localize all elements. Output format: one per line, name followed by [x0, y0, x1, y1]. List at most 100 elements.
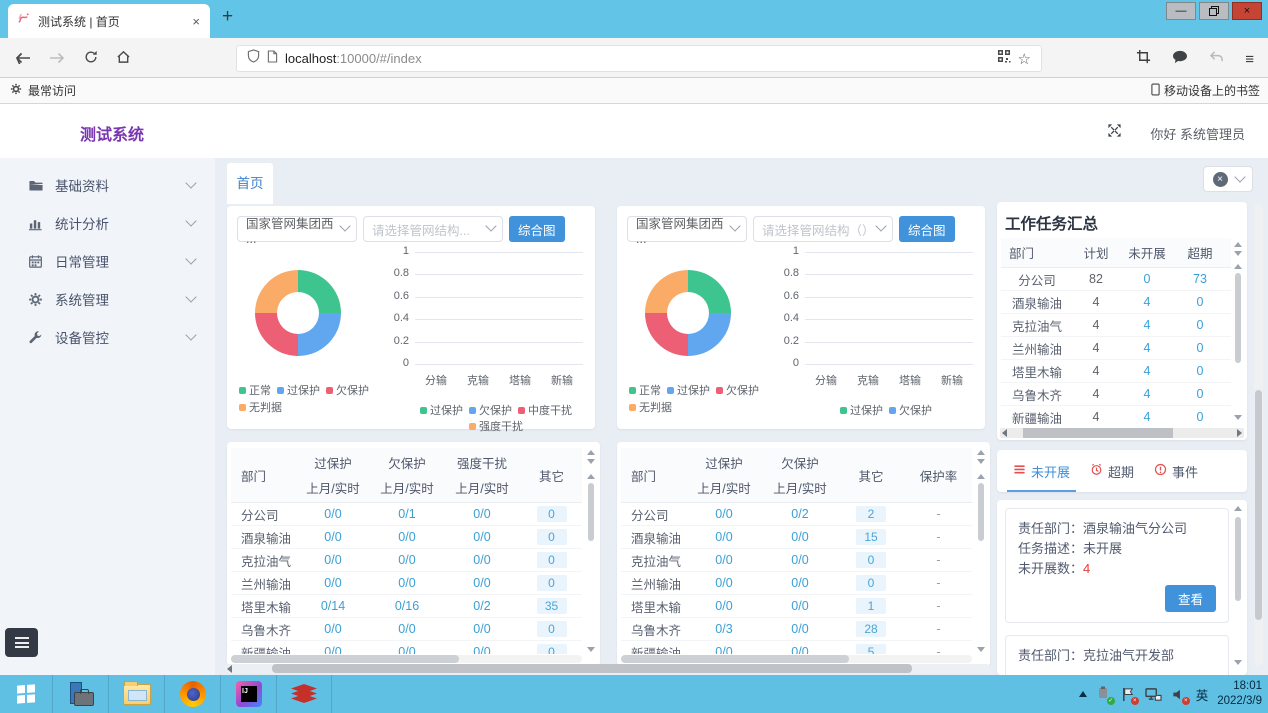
- task-tab-1[interactable]: 未开展: [1003, 450, 1080, 492]
- flag-alert-icon[interactable]: ×: [1121, 687, 1136, 702]
- browser-tab[interactable]: 测试系统 | 首页 ×: [8, 4, 210, 38]
- forward-icon[interactable]: [49, 51, 65, 69]
- sidebar-item-5[interactable]: 设备管控: [0, 318, 215, 356]
- table-cell[interactable]: 35: [521, 595, 582, 618]
- legend-item[interactable]: 中度干扰: [518, 402, 572, 418]
- table-cell[interactable]: 0/0: [443, 618, 521, 641]
- table-cell[interactable]: 0/0: [685, 549, 763, 572]
- most-visited-bookmark[interactable]: 最常访问: [10, 82, 76, 99]
- table-cell[interactable]: 4: [1119, 360, 1175, 383]
- table-cell[interactable]: 0/0: [443, 572, 521, 595]
- taskbar-firefox[interactable]: [164, 675, 220, 713]
- fullscreen-icon[interactable]: [1107, 123, 1122, 143]
- table-cell[interactable]: 0/0: [371, 526, 443, 549]
- table-cell[interactable]: 0: [1119, 268, 1175, 291]
- view-button[interactable]: 查看: [1165, 585, 1216, 612]
- table-cell[interactable]: 0: [837, 572, 905, 595]
- table-cell[interactable]: 0: [521, 572, 582, 595]
- scrollbar-vertical[interactable]: [1232, 242, 1244, 420]
- table-cell[interactable]: 0: [1175, 291, 1225, 314]
- chat-bubble-icon[interactable]: [1172, 50, 1188, 69]
- table-cell[interactable]: 0: [1175, 337, 1225, 360]
- table-cell[interactable]: 1: [837, 595, 905, 618]
- taskbar-intellij[interactable]: IJ: [220, 675, 276, 713]
- taskbar-clock[interactable]: 18:01 2022/3/9: [1217, 679, 1262, 709]
- table-cell[interactable]: 0/2: [763, 503, 837, 526]
- table-cell[interactable]: 0/0: [685, 595, 763, 618]
- qr-code-icon[interactable]: [997, 49, 1011, 68]
- scrollbar-horizontal-main[interactable]: [225, 664, 990, 673]
- legend-item[interactable]: 欠保护: [326, 382, 369, 398]
- org-select[interactable]: 国家管网集团西 ...: [237, 216, 357, 242]
- table-cell[interactable]: 0/0: [763, 641, 837, 655]
- table-cell[interactable]: 73: [1175, 268, 1225, 291]
- usb-device-icon[interactable]: ✓: [1096, 686, 1112, 702]
- scrollbar-horizontal[interactable]: [1000, 428, 1244, 438]
- legend-item[interactable]: 正常: [239, 382, 271, 398]
- table-cell[interactable]: 0/1: [371, 503, 443, 526]
- network-icon[interactable]: [1145, 687, 1162, 702]
- legend-item[interactable]: 无判据: [239, 399, 282, 415]
- table-cell[interactable]: 0: [837, 549, 905, 572]
- table-cell[interactable]: 0: [1225, 268, 1231, 291]
- address-bar[interactable]: localhost:10000/#/index ☆: [236, 45, 1042, 72]
- table-cell[interactable]: 4: [1119, 291, 1175, 314]
- new-tab-button[interactable]: +: [222, 6, 233, 28]
- table-cell[interactable]: 0: [1175, 360, 1225, 383]
- legend-item[interactable]: 过保护: [420, 402, 463, 418]
- scrollbar-horizontal[interactable]: [231, 655, 582, 663]
- composite-chart-button[interactable]: 综合图: [899, 216, 955, 242]
- close-button[interactable]: ×: [1232, 2, 1262, 20]
- table-cell[interactable]: 0/0: [763, 618, 837, 641]
- volume-muted-icon[interactable]: ×: [1171, 687, 1187, 702]
- scrollbar-horizontal[interactable]: [621, 655, 972, 663]
- scrollbar-vertical[interactable]: [1232, 506, 1244, 665]
- table-cell[interactable]: 0/0: [685, 572, 763, 595]
- table-cell[interactable]: 0/0: [443, 641, 521, 655]
- legend-item[interactable]: 欠保护: [889, 402, 932, 418]
- table-cell[interactable]: 0/0: [763, 549, 837, 572]
- org-select[interactable]: 国家管网集团西 ...: [627, 216, 747, 242]
- table-cell[interactable]: 0/0: [295, 572, 371, 595]
- table-cell[interactable]: 0/0: [295, 526, 371, 549]
- table-cell[interactable]: 0: [521, 641, 582, 655]
- table-cell[interactable]: 0/0: [443, 526, 521, 549]
- table-cell[interactable]: 0: [1225, 360, 1231, 383]
- table-cell[interactable]: 0/0: [685, 641, 763, 655]
- back-icon[interactable]: [15, 51, 31, 69]
- composite-chart-button[interactable]: 综合图: [509, 216, 565, 242]
- start-button[interactable]: [0, 675, 52, 713]
- table-cell[interactable]: 0: [521, 549, 582, 572]
- table-cell[interactable]: 0/16: [371, 595, 443, 618]
- table-cell[interactable]: 0/0: [371, 572, 443, 595]
- table-cell[interactable]: 0: [521, 526, 582, 549]
- page-info-icon[interactable]: [267, 50, 278, 68]
- taskbar-redis[interactable]: [276, 675, 332, 713]
- minimize-button[interactable]: —: [1166, 2, 1196, 20]
- table-cell[interactable]: 0/0: [295, 618, 371, 641]
- table-cell[interactable]: 4: [1119, 337, 1175, 360]
- taskbar-server-manager[interactable]: [52, 675, 108, 713]
- restore-button[interactable]: [1199, 2, 1229, 20]
- scrollbar-vertical[interactable]: [585, 450, 597, 652]
- table-cell[interactable]: 0/0: [371, 641, 443, 655]
- table-cell[interactable]: 0: [1225, 406, 1231, 425]
- table-cell[interactable]: 0/0: [295, 549, 371, 572]
- legend-item[interactable]: 过保护: [840, 402, 883, 418]
- table-cell[interactable]: 0/0: [685, 503, 763, 526]
- table-cell[interactable]: 15: [837, 526, 905, 549]
- undo-icon[interactable]: [1209, 50, 1224, 68]
- legend-item[interactable]: 过保护: [667, 382, 710, 398]
- scrollbar-vertical[interactable]: [975, 450, 987, 652]
- table-cell[interactable]: 0: [1225, 291, 1231, 314]
- tab-home[interactable]: 首页: [227, 163, 273, 204]
- table-cell[interactable]: 4: [1119, 406, 1175, 425]
- language-indicator[interactable]: 英: [1196, 685, 1209, 704]
- legend-item[interactable]: 无判据: [629, 399, 672, 415]
- screenshot-icon[interactable]: [1136, 49, 1151, 69]
- close-tabs-icon[interactable]: ×: [1213, 172, 1228, 187]
- table-cell[interactable]: 0/14: [295, 595, 371, 618]
- task-tab-2[interactable]: 超期: [1080, 450, 1144, 492]
- task-tab-3[interactable]: 事件: [1144, 450, 1208, 492]
- table-cell[interactable]: 0/0: [443, 503, 521, 526]
